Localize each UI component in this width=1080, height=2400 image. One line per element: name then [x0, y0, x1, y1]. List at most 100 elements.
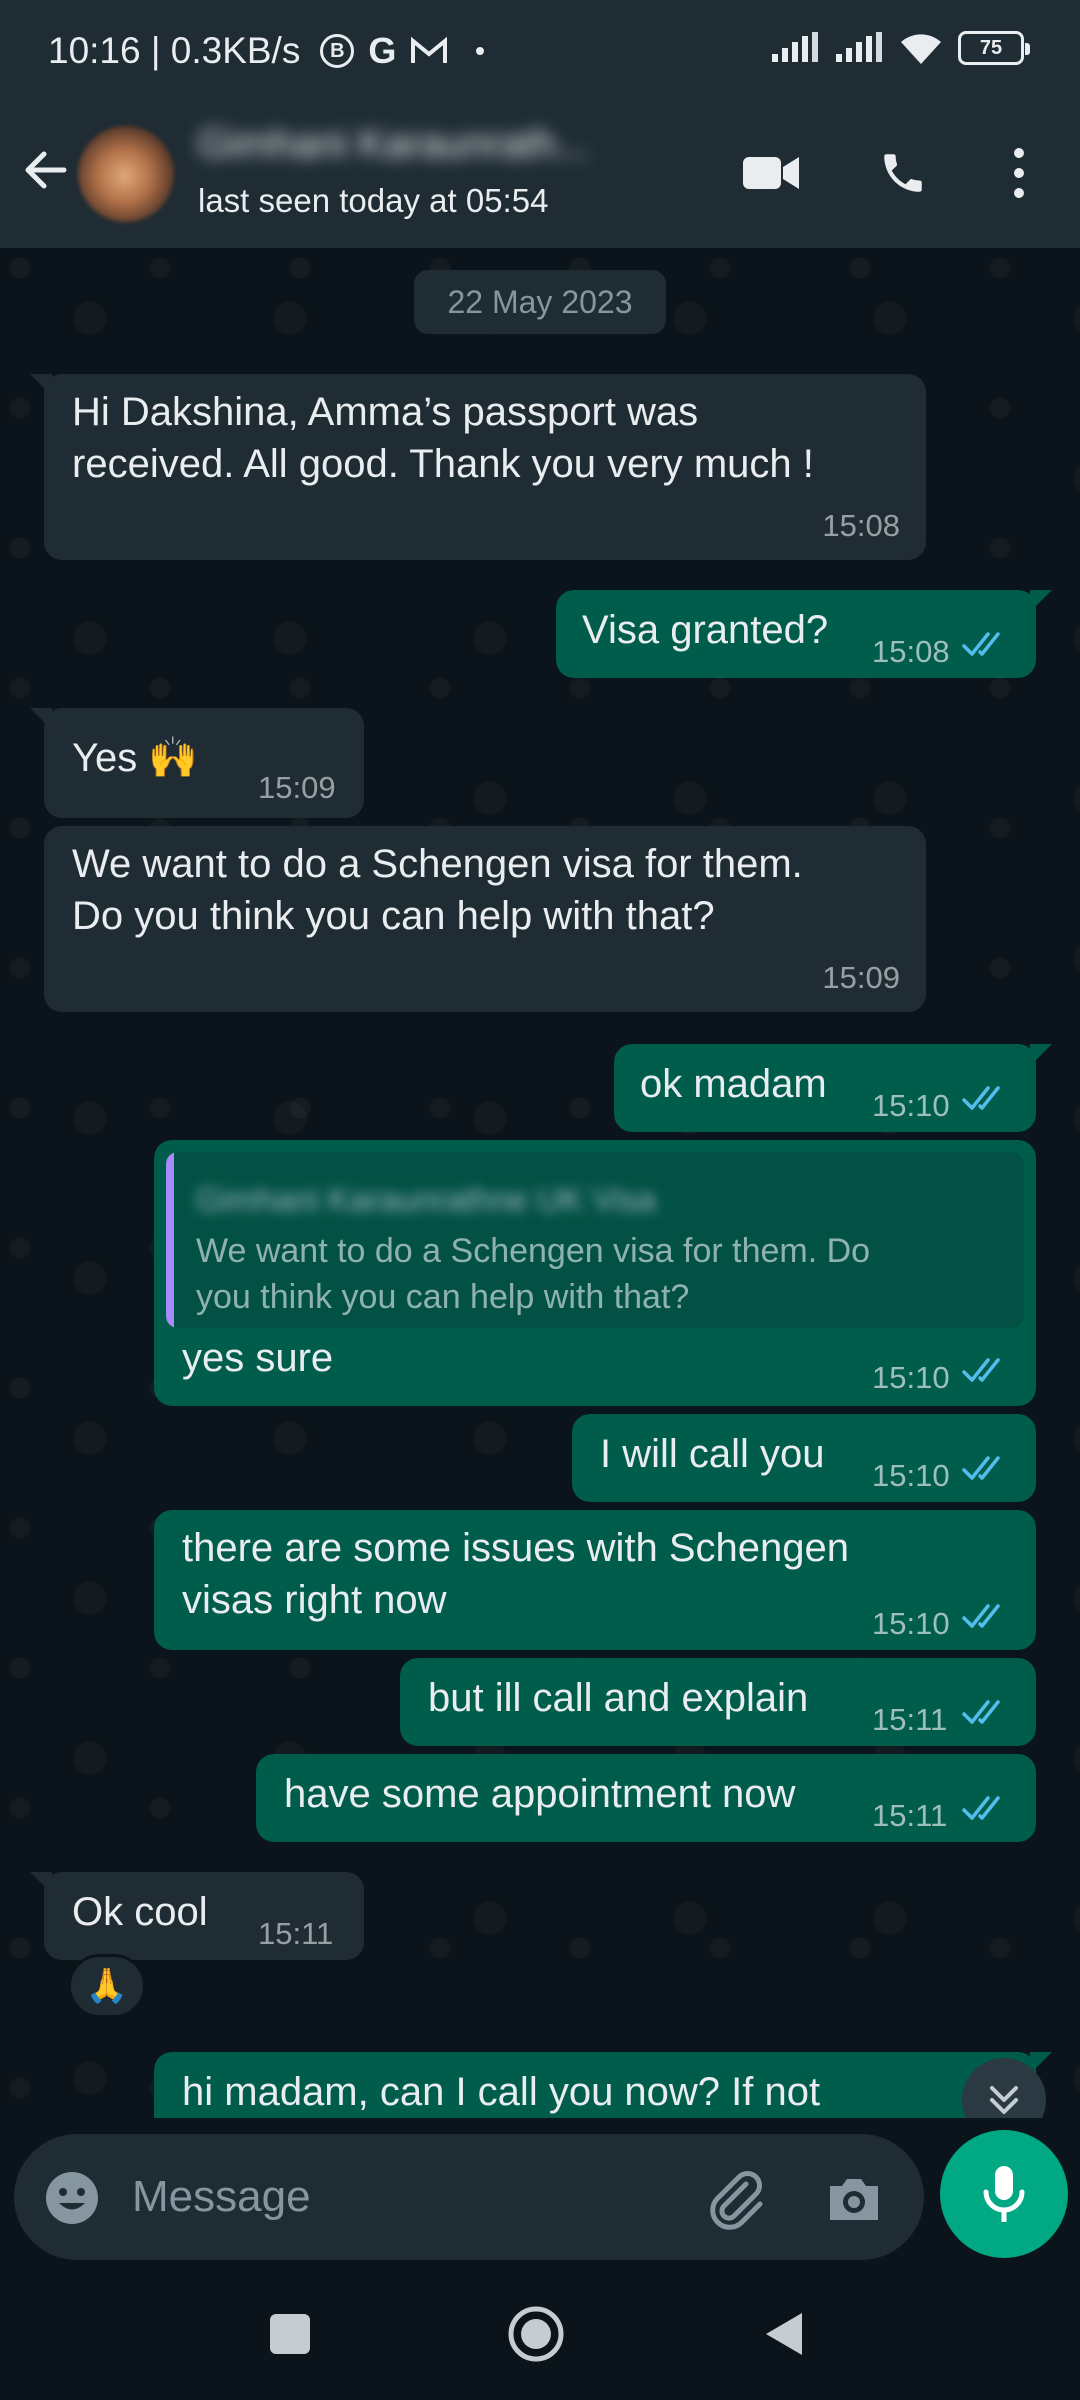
read-ticks-icon: [962, 1456, 1000, 1480]
back-arrow-icon: [25, 151, 67, 189]
message-time: 15:11: [872, 1702, 948, 1737]
voice-record-button[interactable]: [940, 2130, 1068, 2258]
battery-level: 75: [979, 36, 1003, 59]
recents-square-icon: [270, 2314, 310, 2354]
chat-area[interactable]: 22 May 2023 Hi Dakshina, Amma’s passport…: [0, 248, 1080, 2118]
back-triangle-icon: [766, 2313, 802, 2355]
reaction-emoji: 🙏: [85, 1967, 129, 2005]
b-circle-icon: B: [320, 34, 355, 68]
message-time: 15:11: [258, 1916, 334, 1951]
reaction-badge[interactable]: 🙏: [68, 1954, 146, 2018]
video-call-button[interactable]: [736, 138, 806, 208]
bubble-tail: [30, 708, 52, 730]
message-time: 15:10: [872, 1360, 950, 1395]
message-time: 15:10: [872, 1606, 950, 1641]
avatar[interactable]: [78, 126, 174, 222]
message-input[interactable]: [132, 2162, 692, 2232]
quoted-message[interactable]: Gimhani Karaunrathne UK Visa We want to …: [166, 1152, 1024, 1328]
message-text: I will call you: [600, 1432, 825, 1476]
video-call-icon: [743, 157, 799, 189]
message-text: visas right now: [182, 1578, 447, 1622]
message-time: 15:10: [872, 1458, 950, 1493]
emoji-button[interactable]: [42, 2168, 102, 2228]
message-text: Visa granted?: [582, 608, 829, 652]
more-options-button[interactable]: [984, 138, 1054, 208]
recents-button[interactable]: [252, 2296, 328, 2372]
incoming-message[interactable]: Hi Dakshina, Amma’s passport was receive…: [30, 374, 926, 560]
incoming-message[interactable]: Ok cool 15:11: [30, 1872, 364, 1960]
home-button[interactable]: [498, 2296, 574, 2372]
battery-icon: 75: [958, 31, 1030, 65]
incoming-message[interactable]: Yes 🙌 15:09: [30, 708, 364, 818]
home-circle-icon: [508, 2306, 564, 2362]
status-left: 10:16 | 0.3KB/s B G: [48, 30, 485, 72]
message-text: yes sure: [182, 1336, 334, 1380]
message-time: 15:11: [872, 1798, 948, 1833]
quote-bar: [166, 1152, 174, 1328]
read-ticks-icon: [962, 1604, 1000, 1628]
status-right: 75: [770, 30, 1030, 66]
camera-icon: [830, 2179, 878, 2220]
camera-button[interactable]: [822, 2166, 886, 2230]
read-ticks-icon: [962, 1796, 1000, 1820]
outgoing-reply-message[interactable]: Gimhani Karaunrathne UK Visa We want to …: [154, 1140, 1036, 1406]
outgoing-message[interactable]: I will call you 15:10: [572, 1414, 1036, 1502]
outgoing-message[interactable]: hi madam, can I call you now? If not: [154, 2052, 1052, 2118]
message-text: Hi Dakshina, Amma’s passport was: [72, 390, 699, 434]
outgoing-message[interactable]: there are some issues with Schengen visa…: [154, 1510, 1036, 1650]
message-time: 15:09: [822, 960, 900, 995]
voice-call-button[interactable]: [868, 138, 938, 208]
back-button[interactable]: [18, 142, 74, 198]
mic-icon: [983, 2166, 1025, 2222]
outgoing-message[interactable]: Visa granted? 15:08: [556, 590, 1052, 678]
bubble-tail: [30, 374, 52, 396]
bubble-tail: [30, 1872, 52, 1894]
dot-icon: [476, 47, 485, 55]
message-text: ok madam: [640, 1062, 827, 1106]
signal-icon: [772, 32, 818, 62]
quoted-line: We want to do a Schengen visa for them. …: [196, 1232, 871, 1270]
quoted-line: you think you can help with that?: [196, 1278, 690, 1316]
message-text: received. All good. Thank you very much …: [72, 442, 814, 486]
quoted-sender: Gimhani Karaunrathne UK Visa: [196, 1181, 656, 1218]
message-time: 15:08: [822, 508, 900, 543]
read-ticks-icon: [962, 1700, 1000, 1724]
message-text: but ill call and explain: [428, 1676, 809, 1720]
last-seen-status[interactable]: last seen today at 05:54: [198, 182, 548, 220]
chat-header: Gimhani Karaunrath... last seen today at…: [0, 100, 1080, 248]
read-ticks-icon: [962, 632, 1000, 656]
bubble-tail: [1030, 1044, 1052, 1066]
input-bar: [0, 2118, 1080, 2268]
status-bar: 10:16 | 0.3KB/s B G 75: [0, 0, 1080, 100]
message-time: 15:09: [258, 770, 336, 805]
outgoing-message[interactable]: but ill call and explain 15:11: [400, 1658, 1036, 1746]
date-chip: 22 May 2023: [414, 270, 666, 334]
emoji-icon: [46, 2172, 98, 2224]
more-vert-icon: [1014, 148, 1024, 198]
message-text: have some appointment now: [284, 1772, 796, 1816]
read-ticks-icon: [962, 1358, 1000, 1382]
wifi-icon: [901, 34, 941, 64]
google-icon: G: [368, 30, 397, 71]
message-text: there are some issues with Schengen: [182, 1526, 850, 1570]
message-text: hi madam, can I call you now? If not: [182, 2070, 821, 2114]
nav-back-button[interactable]: [746, 2296, 822, 2372]
gmail-icon: [411, 36, 448, 63]
contact-name[interactable]: Gimhani Karaunrath...: [198, 122, 589, 167]
phone-icon: [884, 154, 922, 192]
status-time-speed: 10:16 | 0.3KB/s: [48, 30, 301, 71]
message-time: 15:10: [872, 1088, 950, 1123]
bubble-tail: [1030, 590, 1052, 612]
read-ticks-icon: [962, 1086, 1000, 1110]
message-text: Yes 🙌: [72, 736, 199, 780]
system-nav-bar: [0, 2268, 1080, 2400]
message-composer: [14, 2134, 924, 2260]
outgoing-message[interactable]: have some appointment now 15:11: [256, 1754, 1036, 1842]
attach-icon: [710, 2171, 763, 2230]
message-text: We want to do a Schengen visa for them.: [72, 842, 803, 886]
message-text: Ok cool: [72, 1890, 208, 1934]
message-text: Do you think you can help with that?: [72, 894, 715, 938]
outgoing-message[interactable]: ok madam 15:10: [614, 1044, 1052, 1132]
attach-button[interactable]: [704, 2166, 768, 2230]
incoming-message[interactable]: We want to do a Schengen visa for them. …: [44, 826, 926, 1012]
